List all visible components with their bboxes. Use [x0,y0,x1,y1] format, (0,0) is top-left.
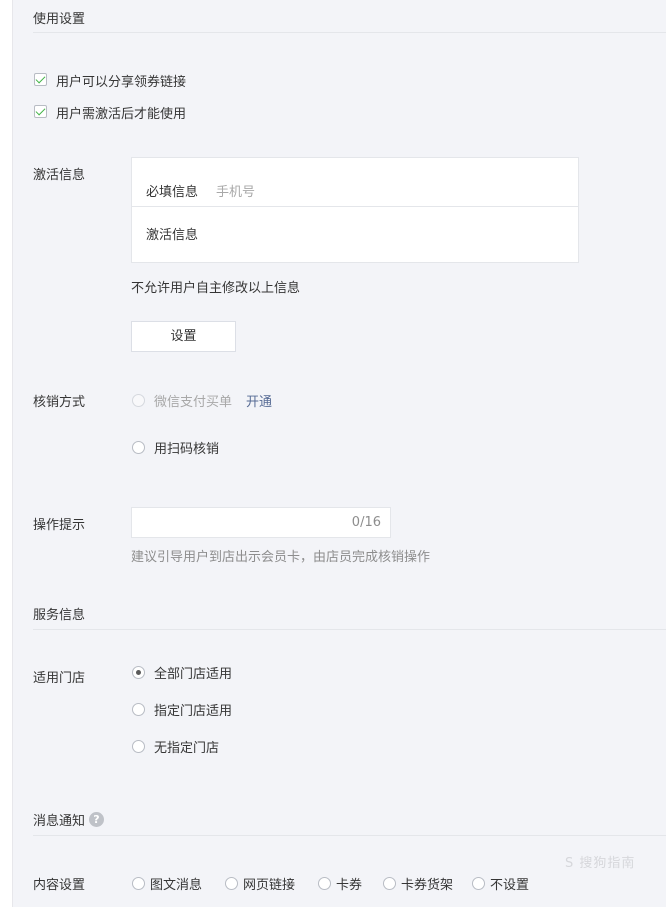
all-stores-label[interactable]: 全部门店适用 [154,663,232,682]
open-wechat-pay-link[interactable]: 开通 [246,391,272,410]
message-divider [33,835,666,836]
operation-tips-label: 操作提示 [33,518,86,533]
share-link-checkbox[interactable] [34,73,47,86]
check-icon [35,105,46,116]
no-stores-label[interactable]: 无指定门店 [154,737,219,756]
activation-info-box: 必填信息 手机号 激活信息 [131,157,579,263]
content-graphic-label[interactable]: 图文消息 [150,874,202,893]
message-section-title: 消息通知 [33,814,86,829]
share-link-label[interactable]: 用户可以分享领券链接 [56,71,186,90]
content-coupon-shelf-label[interactable]: 卡券货架 [401,874,453,893]
required-info-label: 必填信息 [146,185,199,200]
left-panel-edge [0,0,13,907]
content-graphic-radio[interactable] [132,877,145,890]
radio-selected-dot [136,670,141,675]
scan-code-label[interactable]: 用扫码核销 [154,438,219,457]
content-none-label[interactable]: 不设置 [490,874,529,893]
usage-section-title: 使用设置 [33,12,86,27]
content-webpage-radio[interactable] [225,877,238,890]
info-box-divider [132,206,578,207]
content-webpage-label[interactable]: 网页链接 [243,874,295,893]
content-none-radio[interactable] [472,877,485,890]
stores-label: 适用门店 [33,671,86,686]
scan-code-radio[interactable] [132,441,145,454]
operation-tips-hint: 建议引导用户到店出示会员卡，由店员完成核销操作 [131,550,431,565]
no-stores-radio[interactable] [132,740,145,753]
specified-stores-radio[interactable] [132,703,145,716]
settings-button[interactable]: 设置 [131,321,236,352]
check-icon [35,73,46,84]
require-activation-checkbox[interactable] [34,105,47,118]
wechat-pay-radio [132,394,145,407]
activation-info-label: 激活信息 [33,168,86,183]
content-coupon-shelf-radio[interactable] [383,877,396,890]
service-divider [33,629,666,630]
all-stores-radio[interactable] [132,666,145,679]
question-icon[interactable]: ? [89,812,104,827]
wechat-pay-label: 微信支付买单 [154,395,233,410]
char-counter: 0/16 [351,515,381,530]
no-modify-text: 不允许用户自主修改以上信息 [131,281,301,296]
watermark: S 搜狗指南 [565,856,636,871]
required-info-value: 手机号 [216,185,256,200]
content-coupon-label[interactable]: 卡券 [336,874,362,893]
operation-tips-input[interactable]: 0/16 [131,507,391,538]
specified-stores-label[interactable]: 指定门店适用 [154,700,232,719]
verify-method-label: 核销方式 [33,395,86,410]
content-settings-label: 内容设置 [33,878,86,893]
service-section-title: 服务信息 [33,608,86,623]
content-coupon-radio[interactable] [318,877,331,890]
require-activation-label[interactable]: 用户需激活后才能使用 [56,103,186,122]
activation-info-item: 激活信息 [146,228,199,243]
usage-divider [33,32,666,33]
